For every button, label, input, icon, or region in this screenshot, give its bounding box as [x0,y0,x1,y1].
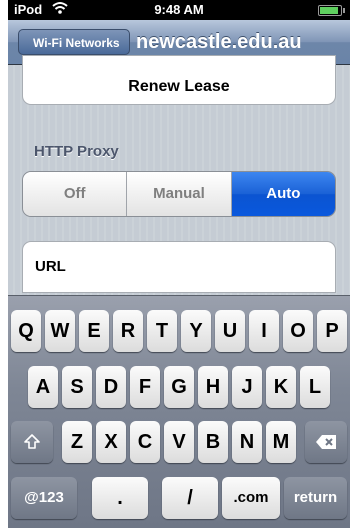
key-r[interactable]: R [113,310,143,352]
key-e[interactable]: E [79,310,109,352]
key-n[interactable]: N [232,421,262,463]
key-u[interactable]: U [215,310,245,352]
shift-icon [24,434,40,449]
proxy-option-auto[interactable]: Auto [231,172,335,216]
url-field[interactable]: URL [22,241,336,293]
slash-key[interactable]: / [162,477,218,519]
device-screen: iPod 9:48 AM Wi-Fi Networks newcastle.ed… [8,0,350,528]
numbers-key[interactable]: @123 [11,477,77,519]
key-b[interactable]: B [198,421,228,463]
backspace-icon [316,435,336,450]
key-j[interactable]: J [232,366,262,408]
key-a[interactable]: A [28,366,58,408]
key-l[interactable]: L [300,366,330,408]
key-c[interactable]: C [130,421,160,463]
renew-lease-button[interactable]: Renew Lease [22,55,336,105]
key-h[interactable]: H [198,366,228,408]
delete-key[interactable] [305,421,347,463]
key-o[interactable]: O [283,310,313,352]
battery-icon [318,5,345,16]
key-m[interactable]: M [266,421,296,463]
key-t[interactable]: T [147,310,177,352]
key-q[interactable]: Q [11,310,41,352]
key-p[interactable]: P [317,310,347,352]
shift-key[interactable] [11,421,53,463]
key-f[interactable]: F [130,366,160,408]
key-x[interactable]: X [96,421,126,463]
key-z[interactable]: Z [62,421,92,463]
key-k[interactable]: K [266,366,296,408]
http-proxy-header: HTTP Proxy [34,143,119,160]
proxy-option-off[interactable]: Off [23,172,128,216]
proxy-option-manual[interactable]: Manual [127,172,232,216]
dotcom-key[interactable]: .com [222,477,280,519]
status-bar: iPod 9:48 AM [8,0,350,20]
keyboard: Q W E R T Y U I O P A S D F G H J K L Z … [8,295,350,528]
key-w[interactable]: W [45,310,75,352]
key-y[interactable]: Y [181,310,211,352]
settings-content[interactable]: Renew Lease HTTP Proxy Off Manual Auto U… [8,55,350,295]
back-button[interactable]: Wi-Fi Networks [18,29,130,55]
key-s[interactable]: S [62,366,92,408]
key-v[interactable]: V [164,421,194,463]
key-i[interactable]: I [249,310,279,352]
key-d[interactable]: D [96,366,126,408]
return-key[interactable]: return [284,477,347,519]
clock: 9:48 AM [154,2,204,17]
dot-key[interactable]: . [92,477,148,519]
proxy-mode-segmented-control: Off Manual Auto [22,171,336,217]
key-g[interactable]: G [164,366,194,408]
url-label: URL [35,258,66,275]
